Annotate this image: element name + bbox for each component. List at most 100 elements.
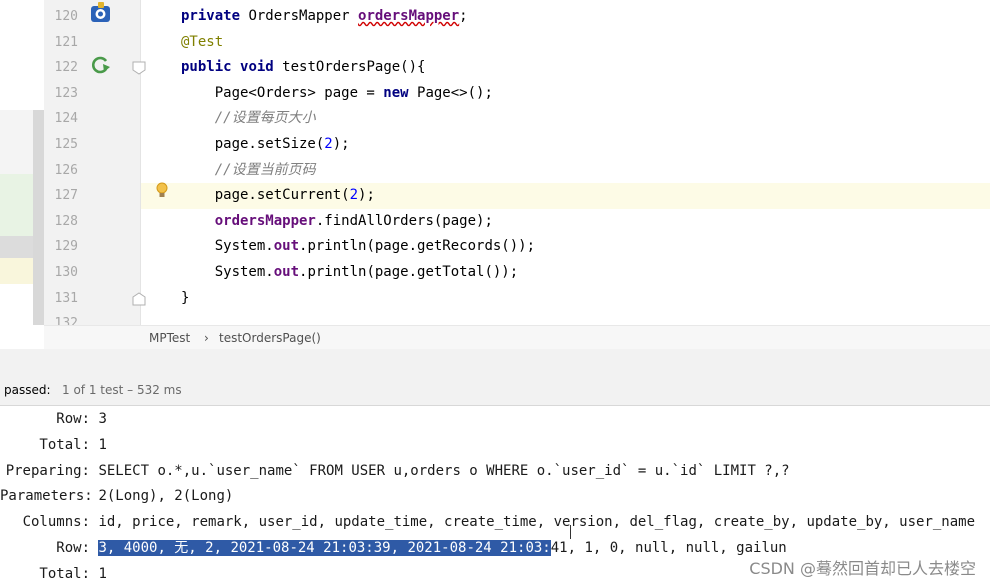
console-line[interactable]: Row: 3, 4000, 无, 2, 2021-08-24 21:03:39,…: [0, 535, 787, 561]
watermark: CSDN @蓦然回首却已人去楼空: [749, 559, 976, 578]
line-number: 127: [54, 188, 78, 204]
selected-text[interactable]: 3, 4000, 无, 2, 2021-08-24 21:03:39, 2021…: [98, 540, 551, 556]
code-text[interactable]: private OrdersMapper ordersMapper;: [181, 4, 468, 30]
code-token: //设置当前页码: [181, 161, 316, 178]
breadcrumb: MPTest › testOrdersPage(): [44, 325, 990, 350]
console-key: Total:: [39, 565, 90, 582]
console-key: Parameters:: [0, 488, 93, 505]
code-token: ordersMapper: [214, 212, 316, 229]
code-token: new: [383, 84, 418, 101]
code-token: ordersMapper: [358, 8, 460, 24]
console-line[interactable]: Columns: id, price, remark, user_id, upd…: [0, 509, 975, 535]
breadcrumb-class[interactable]: MPTest: [149, 331, 190, 345]
line-number: 121: [54, 34, 78, 50]
code-token: System.: [181, 264, 274, 280]
console-key: Row:: [56, 411, 90, 427]
console-line[interactable]: Parameters: 2(Long), 2(Long): [0, 483, 233, 509]
console-value: 2(Long), 2(Long): [98, 488, 234, 505]
code-line[interactable]: [0, 4, 990, 30]
code-token: private: [181, 8, 249, 24]
line-number: 130: [54, 265, 78, 280]
code-line[interactable]: [0, 106, 990, 132]
code-token: );: [358, 187, 375, 204]
console-key: Columns:: [22, 514, 90, 531]
code-text[interactable]: //设置每页大小: [181, 106, 316, 132]
console-line[interactable]: Total: 1: [0, 561, 107, 587]
code-token: ;: [459, 8, 468, 24]
console-line[interactable]: Total: 1: [0, 432, 107, 458]
code-token: public: [181, 59, 241, 76]
console-value: 41, 1, 0, null, null, gailun: [550, 540, 787, 556]
panel-separator: [0, 349, 990, 375]
code-token: .findAllOrders(page);: [315, 212, 493, 229]
code-token: void: [240, 59, 283, 76]
console-value: 1: [98, 436, 107, 453]
code-text[interactable]: System.out.println(page.getTotal());: [181, 260, 518, 286]
text-cursor: [570, 525, 571, 539]
code-line[interactable]: [0, 286, 990, 312]
line-number: 125: [54, 137, 78, 152]
code-token: OrdersMapper: [248, 8, 359, 24]
test-status-detail: 1 of 1 test – 532 ms: [62, 383, 182, 397]
code-text[interactable]: //设置当前页码: [181, 158, 316, 184]
code-token: .println(page.getTotal());: [299, 264, 519, 280]
line-number: 123: [54, 85, 78, 101]
code-line[interactable]: [0, 30, 990, 56]
console-key: Row:: [56, 540, 90, 556]
test-status-label: passed:: [4, 383, 51, 397]
code-line[interactable]: [0, 81, 990, 107]
line-number: 128: [54, 213, 78, 229]
code-text[interactable]: ordersMapper.findAllOrders(page);: [181, 209, 493, 235]
test-status-bar: passed: 1 of 1 test – 532 ms: [0, 375, 990, 406]
code-token: page.setCurrent(: [181, 187, 350, 204]
code-line[interactable]: [0, 55, 990, 81]
code-text[interactable]: System.out.println(page.getRecords());: [181, 234, 535, 260]
code-token: Page<>();: [417, 84, 493, 101]
code-line[interactable]: [0, 209, 990, 235]
line-number: 124: [54, 111, 78, 127]
code-token: .println(page.getRecords());: [299, 238, 536, 255]
line-number: 126: [54, 162, 78, 178]
code-token: @Test: [181, 33, 224, 50]
console-value: 1: [98, 565, 107, 582]
breadcrumb-method[interactable]: testOrdersPage(): [219, 331, 321, 345]
code-text[interactable]: }: [181, 286, 189, 312]
line-number: 120: [54, 9, 78, 24]
console-value: 3: [98, 411, 107, 427]
code-token: System.: [181, 238, 274, 255]
breadcrumb-separator: ›: [204, 331, 209, 345]
code-token: 2: [324, 136, 333, 152]
code-text[interactable]: page.setSize(2);: [181, 132, 350, 158]
console-key: Preparing:: [5, 462, 90, 479]
console-key: Total:: [39, 436, 90, 453]
code-text[interactable]: Page<Orders> page = new Page<>();: [181, 81, 493, 107]
code-text[interactable]: public void testOrdersPage(){: [181, 55, 425, 81]
console-line[interactable]: Row: 3: [0, 406, 107, 432]
code-token: out: [273, 238, 300, 255]
code-token: page.setSize(: [181, 136, 325, 152]
code-line[interactable]: [0, 132, 990, 158]
code-token: out: [273, 264, 300, 280]
console-value: SELECT o.*,u.`user_name` FROM USER u,ord…: [98, 462, 790, 479]
code-token: Page<Orders> page =: [181, 84, 384, 101]
fold-marker-icon[interactable]: [132, 60, 146, 79]
line-number: 129: [54, 239, 78, 255]
spring-bean-icon[interactable]: [89, 2, 113, 28]
run-test-icon[interactable]: [91, 55, 113, 79]
code-token: );: [332, 136, 350, 152]
console-line[interactable]: Preparing: SELECT o.*,u.`user_name` FROM…: [0, 458, 790, 484]
line-number: 122: [54, 60, 78, 76]
console-value: id, price, remark, user_id, update_time,…: [98, 514, 976, 531]
code-token: 2: [349, 187, 359, 204]
code-line[interactable]: [0, 158, 990, 184]
code-text[interactable]: page.setCurrent(2);: [181, 183, 375, 209]
code-token: testOrdersPage(){: [282, 59, 426, 76]
fold-marker-icon[interactable]: [132, 291, 146, 310]
bulb-icon[interactable]: [155, 182, 169, 204]
code-token: }: [181, 289, 190, 306]
code-text[interactable]: @Test: [181, 30, 223, 56]
line-number: 131: [54, 290, 78, 306]
code-editor[interactable]: 120 private OrdersMapper ordersMapper; 121…: [0, 0, 990, 331]
code-token: //设置每页大小: [181, 110, 316, 127]
